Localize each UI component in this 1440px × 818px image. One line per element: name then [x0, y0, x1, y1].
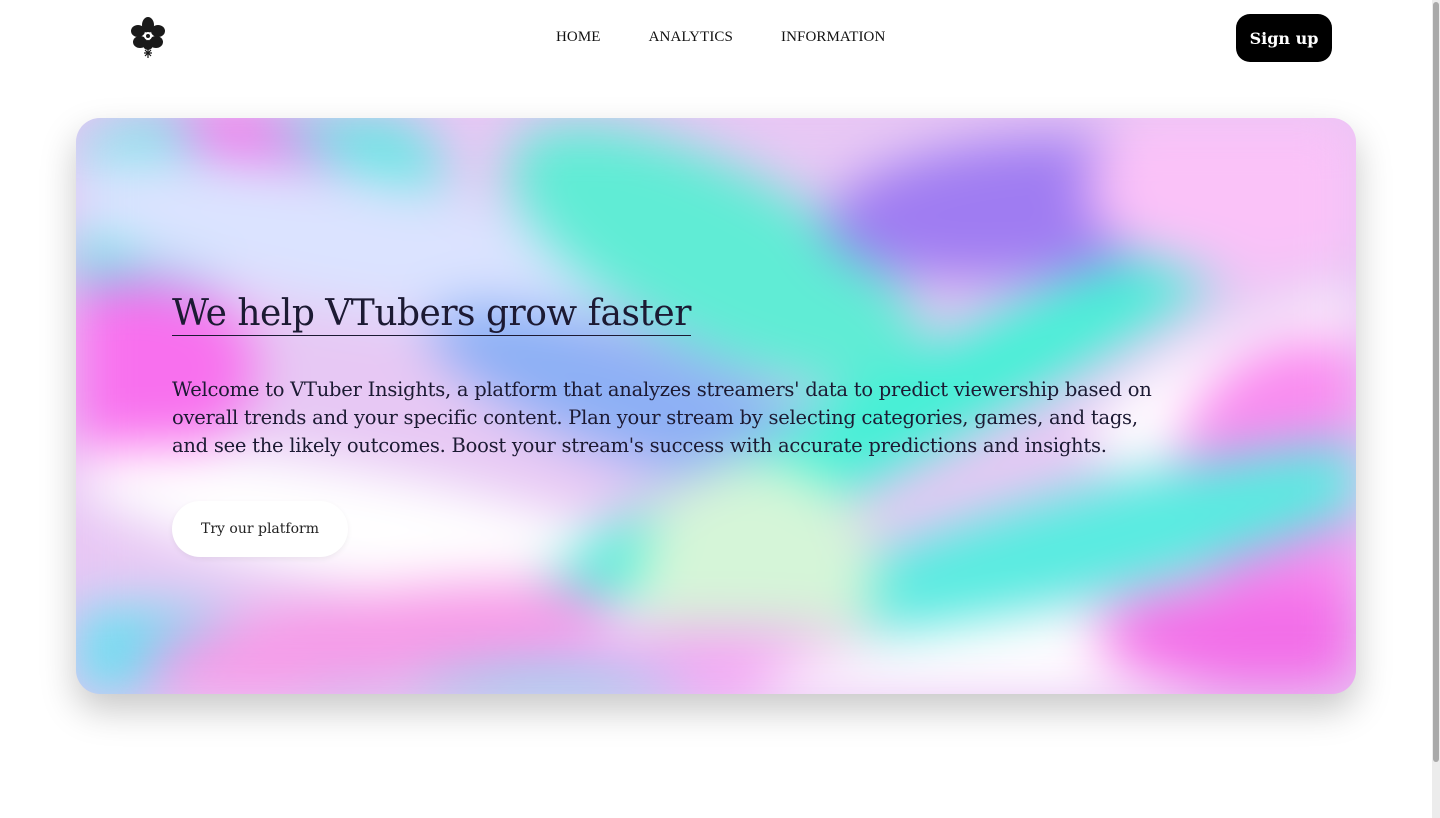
hero-banner: We help VTubers grow faster Welcome to V…: [76, 118, 1356, 694]
sign-up-button[interactable]: Sign up: [1236, 14, 1332, 62]
scrollbar-thumb[interactable]: [1433, 2, 1439, 762]
main-nav: HOME ANALYTICS INFORMATION: [532, 22, 909, 53]
hero-title: We help VTubers grow faster: [172, 293, 691, 336]
hero-description: Welcome to VTuber Insights, a platform t…: [172, 378, 1152, 457]
page-scrollbar[interactable]: [1432, 0, 1440, 818]
nav-analytics[interactable]: ANALYTICS: [625, 22, 757, 53]
nav-information[interactable]: INFORMATION: [757, 22, 909, 53]
nav-home[interactable]: HOME: [532, 22, 625, 53]
top-navigation-bar: HOME ANALYTICS INFORMATION Sign up: [0, 0, 1432, 76]
flower-icon[interactable]: [129, 15, 167, 59]
try-platform-button[interactable]: Try our platform: [172, 501, 348, 557]
